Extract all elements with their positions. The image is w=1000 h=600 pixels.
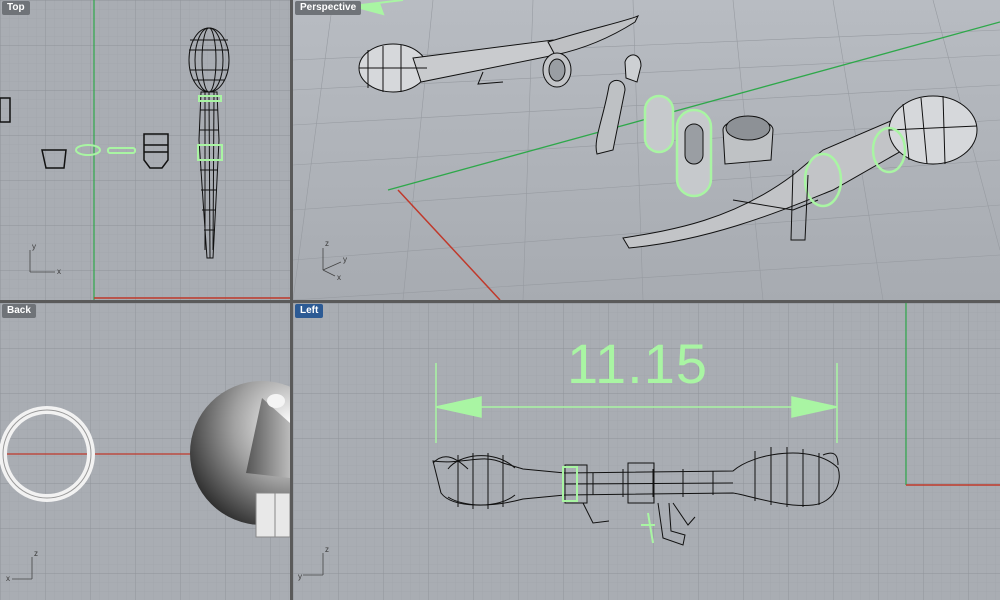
top-view-canvas: x y (0, 0, 290, 300)
viewport-left[interactable]: Left 11.15 z y (293, 303, 1000, 600)
viewport-perspective[interactable]: Perspective z y x (293, 0, 1000, 300)
axis-label-z: z (325, 239, 329, 248)
axis-label-x: x (337, 273, 341, 282)
dimension-value[interactable]: 11.15 (567, 331, 708, 396)
viewport-back[interactable]: Back z x (0, 303, 290, 600)
axis-label-x: x (57, 267, 61, 276)
axis-label-x: x (6, 574, 10, 583)
viewport-perspective-label[interactable]: Perspective (295, 1, 362, 15)
axis-label-y: y (298, 572, 302, 581)
axis-label-y: y (343, 255, 347, 264)
viewport-left-label[interactable]: Left (295, 304, 324, 318)
axis-label-y: y (32, 242, 36, 251)
axis-label-z: z (34, 549, 38, 558)
back-view-canvas: z x (0, 303, 290, 600)
axis-label-z: z (325, 545, 329, 554)
viewport-top[interactable]: Top x y (0, 0, 290, 300)
viewport-back-label[interactable]: Back (2, 304, 36, 318)
perspective-view-canvas: z y x (293, 0, 1000, 300)
viewport-top-label[interactable]: Top (2, 1, 30, 15)
